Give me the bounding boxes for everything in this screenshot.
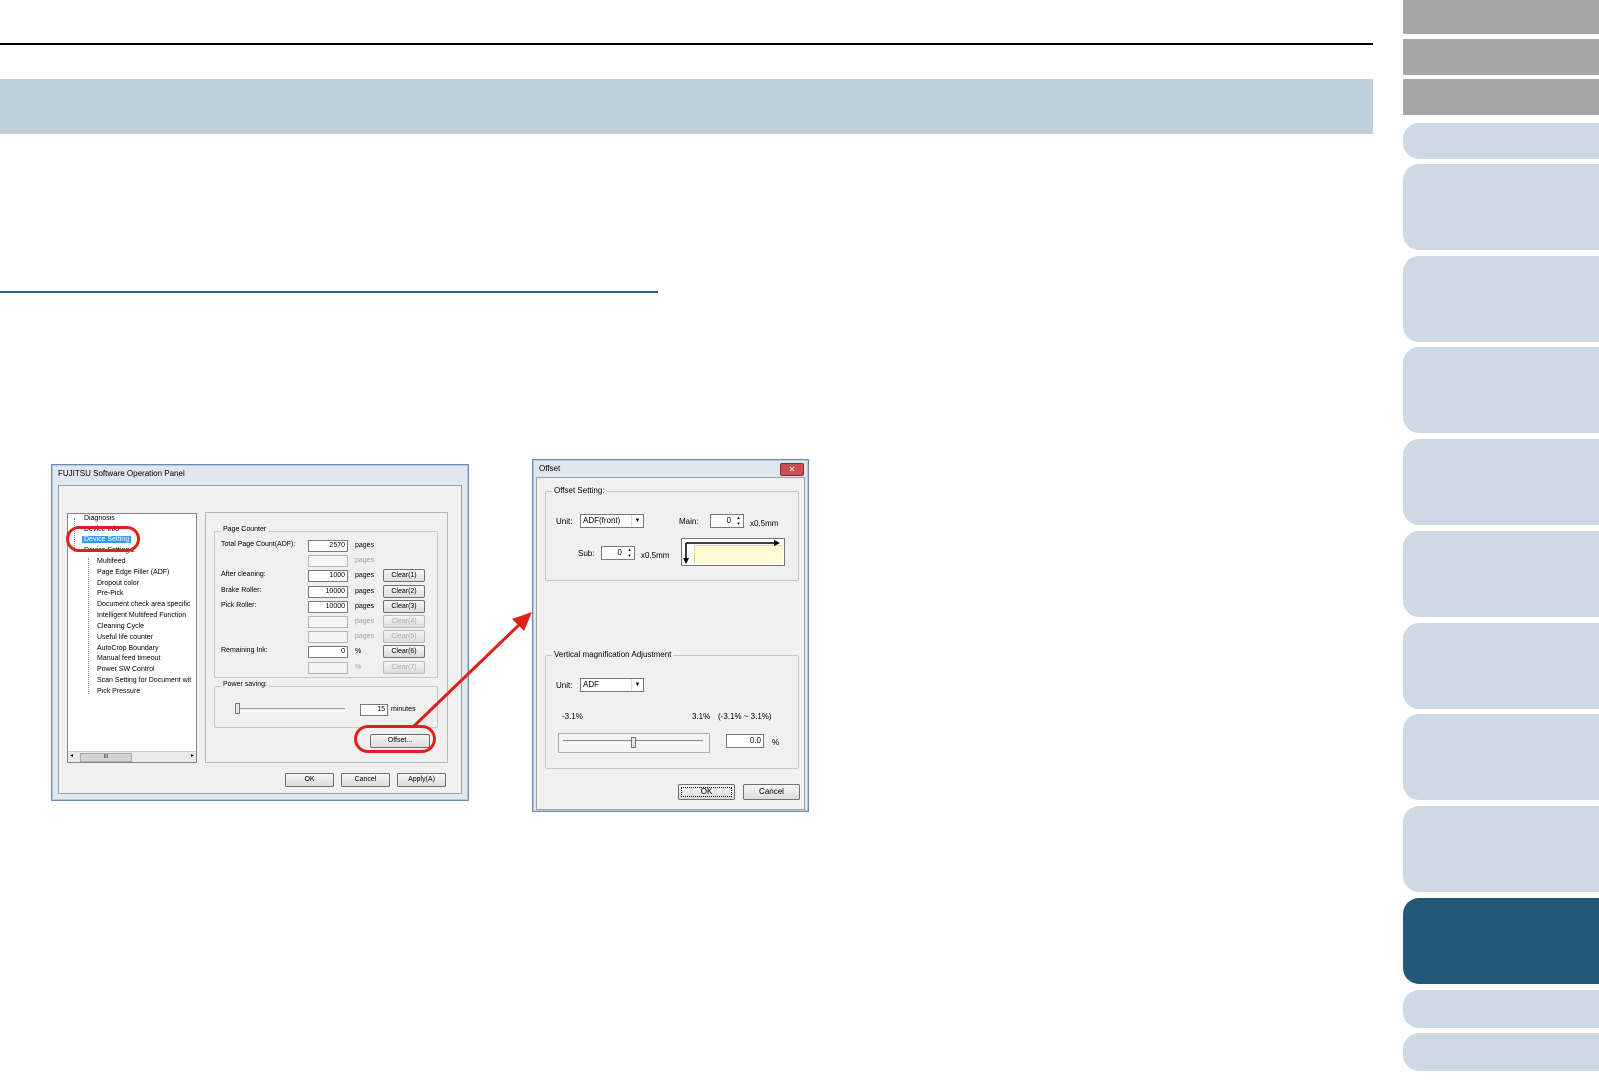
offset-preview (681, 538, 785, 566)
offset-setting-label: Offset Setting: (552, 486, 607, 495)
offset-dialog: Offset ✕ Offset Setting: Unit: ADF(front… (532, 459, 809, 812)
offset-setting-group: Offset Setting: Unit: ADF(front) ▼ Main:… (545, 486, 799, 581)
chevron-down-icon: ▼ (631, 679, 643, 691)
close-icon[interactable]: ✕ (780, 463, 804, 476)
sub-spinner-icon[interactable]: ▴ ▾ (625, 547, 634, 559)
vertical-unit-select[interactable]: ADF ▼ (580, 678, 644, 692)
offset-dialog-client: Offset Setting: Unit: ADF(front) ▼ Main:… (536, 477, 805, 810)
sub-unit: x0.5mm (641, 551, 670, 560)
vertical-unit-label: Unit: (556, 681, 573, 690)
offset-unit-value: ADF(front) (583, 516, 621, 525)
vertical-value-field[interactable]: 0.0 (726, 734, 764, 748)
vertical-magnification-label: Vertical magnification Adjustment (552, 650, 674, 659)
main-spinner-icon[interactable]: ▴ ▾ (734, 515, 743, 527)
vertical-slider-thumb[interactable] (631, 737, 636, 748)
main-unit: x0.5mm (750, 519, 779, 528)
offset-cancel-button[interactable]: Cancel (743, 784, 800, 800)
vertical-unit-value: ADF (583, 680, 599, 689)
offset-dialog-title: Offset (539, 464, 561, 473)
vertical-min-label: -3.1% (562, 712, 583, 721)
chevron-down-icon: ▼ (631, 515, 643, 527)
main-label: Main: (679, 517, 699, 526)
offset-direction-arrows-icon (683, 540, 780, 564)
vertical-max-label: 3.1% (692, 712, 711, 721)
vertical-magnification-group: Vertical magnification Adjustment Unit: … (545, 650, 799, 769)
offset-ok-button[interactable]: OK (678, 784, 735, 800)
vertical-slider[interactable] (558, 733, 710, 753)
vertical-value-unit: % (772, 738, 780, 747)
vertical-range-label: (-3.1% ~ 3.1%) (718, 712, 772, 721)
offset-unit-select[interactable]: ADF(front) ▼ (580, 514, 644, 528)
offset-unit-label: Unit: (556, 517, 573, 526)
sub-label: Sub: (578, 549, 595, 558)
